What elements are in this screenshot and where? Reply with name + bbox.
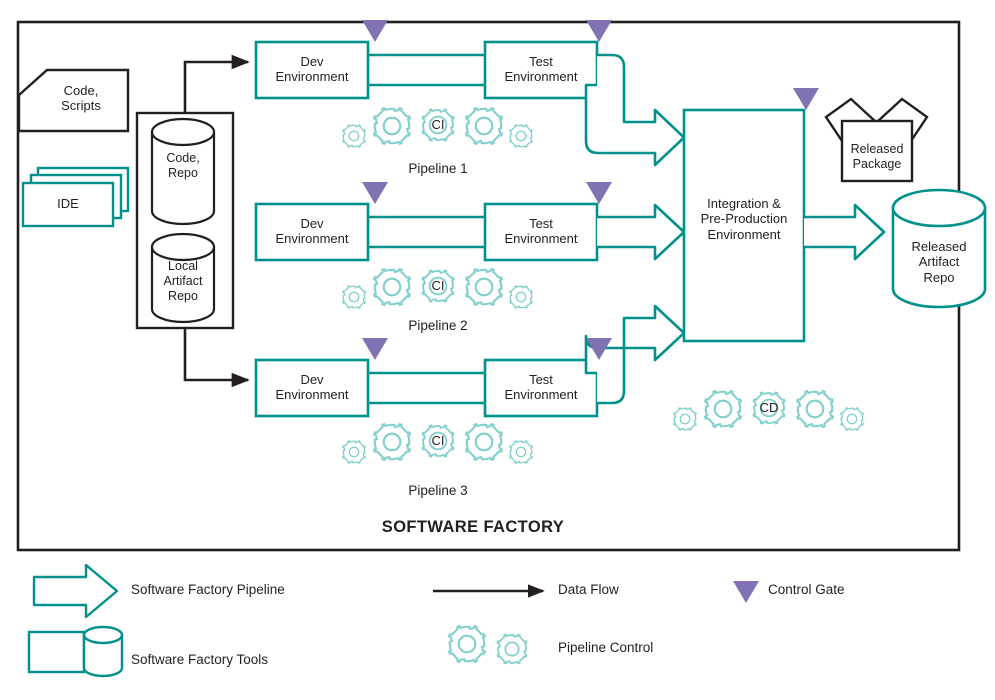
pipeline-3-label: Pipeline 3 [408,483,468,498]
released-artifact-repo-label: Released Artifact Repo [911,239,967,285]
legend-pipeline-control-label: Pipeline Control [558,640,654,655]
control-gate-integration [793,88,819,110]
control-gate-p3-dev [362,338,388,360]
legend-data-flow-label: Data Flow [558,582,619,597]
legend-tools-icon [27,625,124,678]
pipeline-3-gear-label: CI [431,433,445,448]
ide-label: IDE [57,196,79,211]
control-gate-p2-test [586,182,612,204]
control-gate-p2-dev [362,182,388,204]
pipeline-1-connector [368,53,485,87]
pipeline-1-output-arrow [584,53,686,167]
pipeline-2-dev-label: Dev Environment [275,216,349,247]
software-factory-diagram: Code, Scripts IDE Code, Repo Local Artif… [0,0,995,700]
legend-gears-icon [448,625,528,665]
legend-control-gate-icon [733,581,759,603]
pipeline-1-gear-label: CI [431,117,445,132]
released-package-label: Released Package [850,142,904,171]
control-gate-p1-dev [362,20,388,42]
pipeline-2-connector [368,215,485,249]
local-artifact-repo-label: Local Artifact Repo [163,259,203,303]
pipeline-3-connector [368,371,485,405]
pipeline-2-output-arrow [597,203,686,261]
pipeline-1-test-label: Test Environment [504,54,578,85]
pipeline-1-dev-label: Dev Environment [275,54,349,85]
data-flow-top [183,54,250,113]
pipeline-1-label: Pipeline 1 [408,161,468,176]
pipeline-3-dev-label: Dev Environment [275,372,349,403]
pipeline-2-test-label: Test Environment [504,216,578,247]
legend-tools-label: Software Factory Tools [131,652,269,667]
page-title: SOFTWARE FACTORY [381,518,565,536]
cd-gear-label: CD [759,400,779,415]
code-scripts-label: Code, Scripts [61,83,101,114]
pipeline-2-gear-label: CI [431,278,445,293]
release-output-arrow [804,203,886,261]
integration-label: Integration & Pre-Production Environment [700,196,788,242]
data-flow-bottom [183,328,250,388]
pipeline-3-test-label: Test Environment [504,372,578,403]
legend-pipeline-arrow-icon [32,563,119,619]
legend-pipeline-label: Software Factory Pipeline [131,582,285,597]
code-repo-label: Code, Repo [166,151,200,180]
legend-control-gate-label: Control Gate [768,582,845,597]
control-gate-p1-test [586,20,612,42]
pipeline-2-label: Pipeline 2 [408,318,468,333]
